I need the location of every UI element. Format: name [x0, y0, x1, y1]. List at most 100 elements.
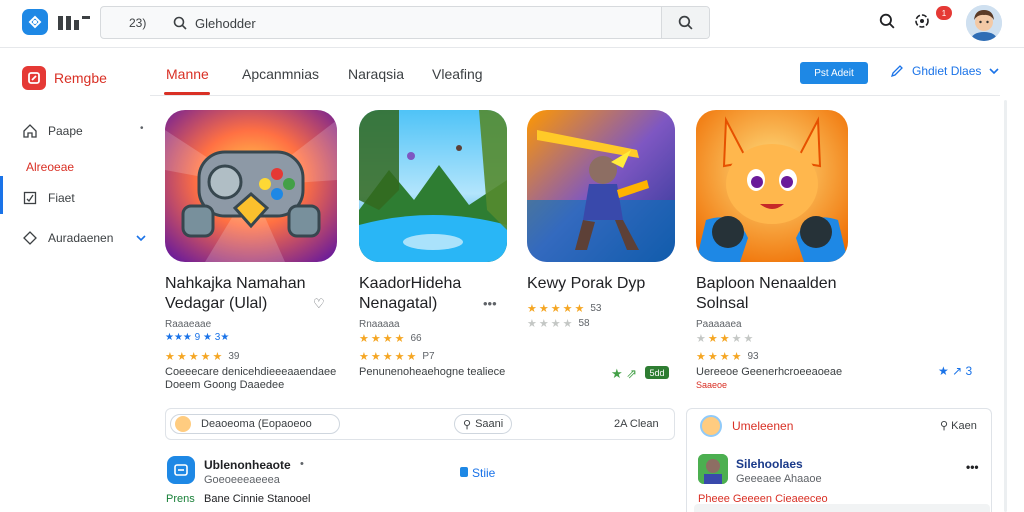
panel-item-title[interactable]: Silehoolaes	[736, 457, 803, 471]
more-options-icon[interactable]: •••	[483, 296, 497, 311]
dropdown-label: Ghdiet Dlaes	[912, 64, 982, 78]
game-thumbnail[interactable]	[165, 110, 337, 262]
star-icon: ★	[165, 351, 175, 363]
game-thumbnail[interactable]	[696, 110, 848, 262]
rating-value: 93	[747, 351, 759, 362]
top-search-icon[interactable]	[879, 13, 895, 34]
search-button[interactable]	[661, 7, 709, 38]
game-developer: Raaaeaae	[165, 319, 212, 330]
scrollbar[interactable]	[1004, 100, 1007, 512]
star-rating: ★ ★ ★ ★ ★ 39	[165, 350, 240, 363]
brand-logo-icon	[58, 14, 90, 30]
sidebar-section-label: Alreoeae	[26, 160, 75, 174]
panel-header-action[interactable]: ⚲ Kaen	[940, 419, 977, 432]
list-item-action[interactable]: Stiie	[460, 466, 495, 480]
primary-action-button[interactable]: Pst Adeit	[800, 62, 868, 84]
sidebar-item-label: Fiaet	[48, 191, 75, 205]
star-rating-small: ★ ★ ★ ★ ★ 53	[527, 303, 602, 315]
search-input[interactable]	[195, 11, 655, 35]
star-icon: ★	[176, 351, 187, 363]
panel-header-label: Umeleenen	[732, 419, 794, 433]
game-card[interactable]: KaadorHideha Nenagatal) ••• Rnaaaaa ★ ★ ★ ★ 6…	[359, 110, 537, 378]
game-thumbnail[interactable]	[359, 110, 507, 262]
game-description: Uereeoe Geenerhcroeeaoeae Saaeoe	[696, 366, 843, 390]
panel-item-thumbnail	[698, 454, 728, 484]
panel-avatar	[700, 415, 722, 437]
app-logo-icon[interactable]	[22, 9, 48, 35]
clean-label[interactable]: 2A Clean	[614, 418, 659, 430]
app-item-icon	[167, 456, 195, 484]
edit-icon	[890, 65, 903, 78]
heart-icon[interactable]: ♡	[313, 296, 325, 312]
game-developer: Rnaaaaa	[359, 319, 400, 330]
list-item-title[interactable]: Ublenonheaote	[204, 458, 291, 472]
tab-apcanmnias[interactable]: Apcanmnias	[242, 66, 319, 82]
star-rating-secondary: ★ ★ ★ ★ 58	[527, 318, 590, 330]
game-sub-rating: ★★★ 9 ★ 3★	[165, 332, 230, 343]
filter-chip[interactable]: Deaoeoma (Eopaoeoo	[170, 414, 340, 434]
brand-label: Remgbe	[54, 70, 107, 86]
panel-item-subtitle: Geeeaee Ahaaoe	[736, 473, 822, 485]
side-ratings: ★ ↗ 3	[938, 364, 973, 378]
top-bar: 23) 1	[0, 0, 1024, 48]
footer-prefix: Prens	[166, 493, 195, 505]
panel-input-area[interactable]	[694, 504, 990, 512]
game-description: Penunenoheaehogne tealiece	[359, 366, 506, 378]
user-avatar[interactable]	[966, 5, 1002, 41]
game-title[interactable]: KaadorHideha Nenagatal)	[359, 274, 535, 314]
list-item-tag-icon: •	[300, 458, 304, 470]
notifications-icon[interactable]	[912, 11, 932, 36]
footer-text: Bane Cinnie Stanooel	[204, 493, 311, 505]
game-card[interactable]: Kewy Porak Dyp ★ ★ ★ ★ ★ 53 ★ ★ ★ ★ 58 ★ ⇗ 5dd	[527, 110, 705, 381]
sidebar-dot-icon: •	[140, 123, 144, 134]
chevron-down-icon	[989, 68, 999, 75]
star-rating-small: ★ ★ ★ ★ 66	[359, 333, 422, 345]
filter-dropdown[interactable]: Ghdiet Dlaes	[890, 64, 999, 78]
game-developer: Paaaaaea	[696, 319, 742, 330]
game-thumbnail[interactable]	[527, 110, 675, 262]
game-description: Coeeecare denicehdieeeaaendaee Doeem Goon…	[165, 366, 337, 391]
chevron-down-icon[interactable]	[136, 234, 146, 242]
rating-value: P7	[422, 351, 435, 362]
sidebar: Remgbe Paape • Alreoeae Fiaet Auradaenen	[0, 48, 150, 512]
game-card[interactable]: Baploon Nenaalden Solnsal Paaaaaea ★ ★ ★ ★ ★ …	[696, 110, 874, 390]
tab-manne[interactable]: Manne	[166, 66, 209, 82]
tab-bar: Manne Apcanmnias Naraqsia Vleafing	[150, 48, 1000, 96]
star-rating: ★ ★ ★ ★ 93	[696, 351, 759, 363]
star-rating: ★ ★ ★ ★ ★ P7	[359, 351, 435, 363]
active-tab-indicator	[164, 92, 210, 95]
sidebar-item-label: Auradaenen	[48, 231, 114, 245]
star-icon: ★	[200, 351, 211, 363]
star-icon: ★	[212, 351, 223, 363]
game-card[interactable]: Nahkajka Namahan Vedagar (Ulal) ♡ Raaaeaa…	[165, 110, 343, 391]
tab-naraqsia[interactable]: Naraqsia	[348, 66, 404, 82]
sidebar-item-auradaenen[interactable]: Auradaenen	[22, 230, 113, 246]
rating-value: 39	[228, 351, 240, 362]
game-title[interactable]: Baploon Nenaalden Solnsal	[696, 274, 872, 314]
star-icon: ★	[188, 351, 199, 363]
chip-avatar-icon	[175, 416, 191, 432]
more-options-icon[interactable]: •••	[966, 460, 979, 474]
sidebar-active-indicator	[0, 176, 3, 214]
sidebar-brand[interactable]: Remgbe	[22, 66, 107, 90]
search-icon: ⚲	[940, 420, 952, 432]
search-icon	[173, 16, 187, 35]
star-rating-small: ★ ★ ★ ★ ★	[696, 333, 754, 345]
tab-vleafing[interactable]: Vleafing	[432, 66, 483, 82]
list-item-subtitle: Goeoeeeaeeea	[204, 474, 280, 486]
home-icon	[23, 124, 37, 138]
search-icon: ⚲	[463, 418, 472, 431]
brand-app-icon	[22, 66, 46, 90]
search-chip[interactable]: ⚲ Saani	[454, 414, 513, 434]
status-badge: 5dd	[645, 366, 669, 379]
game-title[interactable]: Kewy Porak Dyp	[527, 274, 703, 294]
star-outline-icon: ★ ⇗	[611, 366, 638, 381]
search-bar[interactable]: 23)	[100, 6, 710, 39]
document-icon	[23, 191, 37, 205]
sidebar-item-fiaet[interactable]: Fiaet	[22, 190, 75, 206]
home-outline-icon	[23, 231, 37, 245]
sidebar-item-home[interactable]: Paape	[22, 123, 83, 139]
search-prefix: 23)	[129, 16, 147, 30]
sidebar-item-label: Paape	[48, 124, 83, 138]
notification-badge: 1	[936, 6, 952, 20]
